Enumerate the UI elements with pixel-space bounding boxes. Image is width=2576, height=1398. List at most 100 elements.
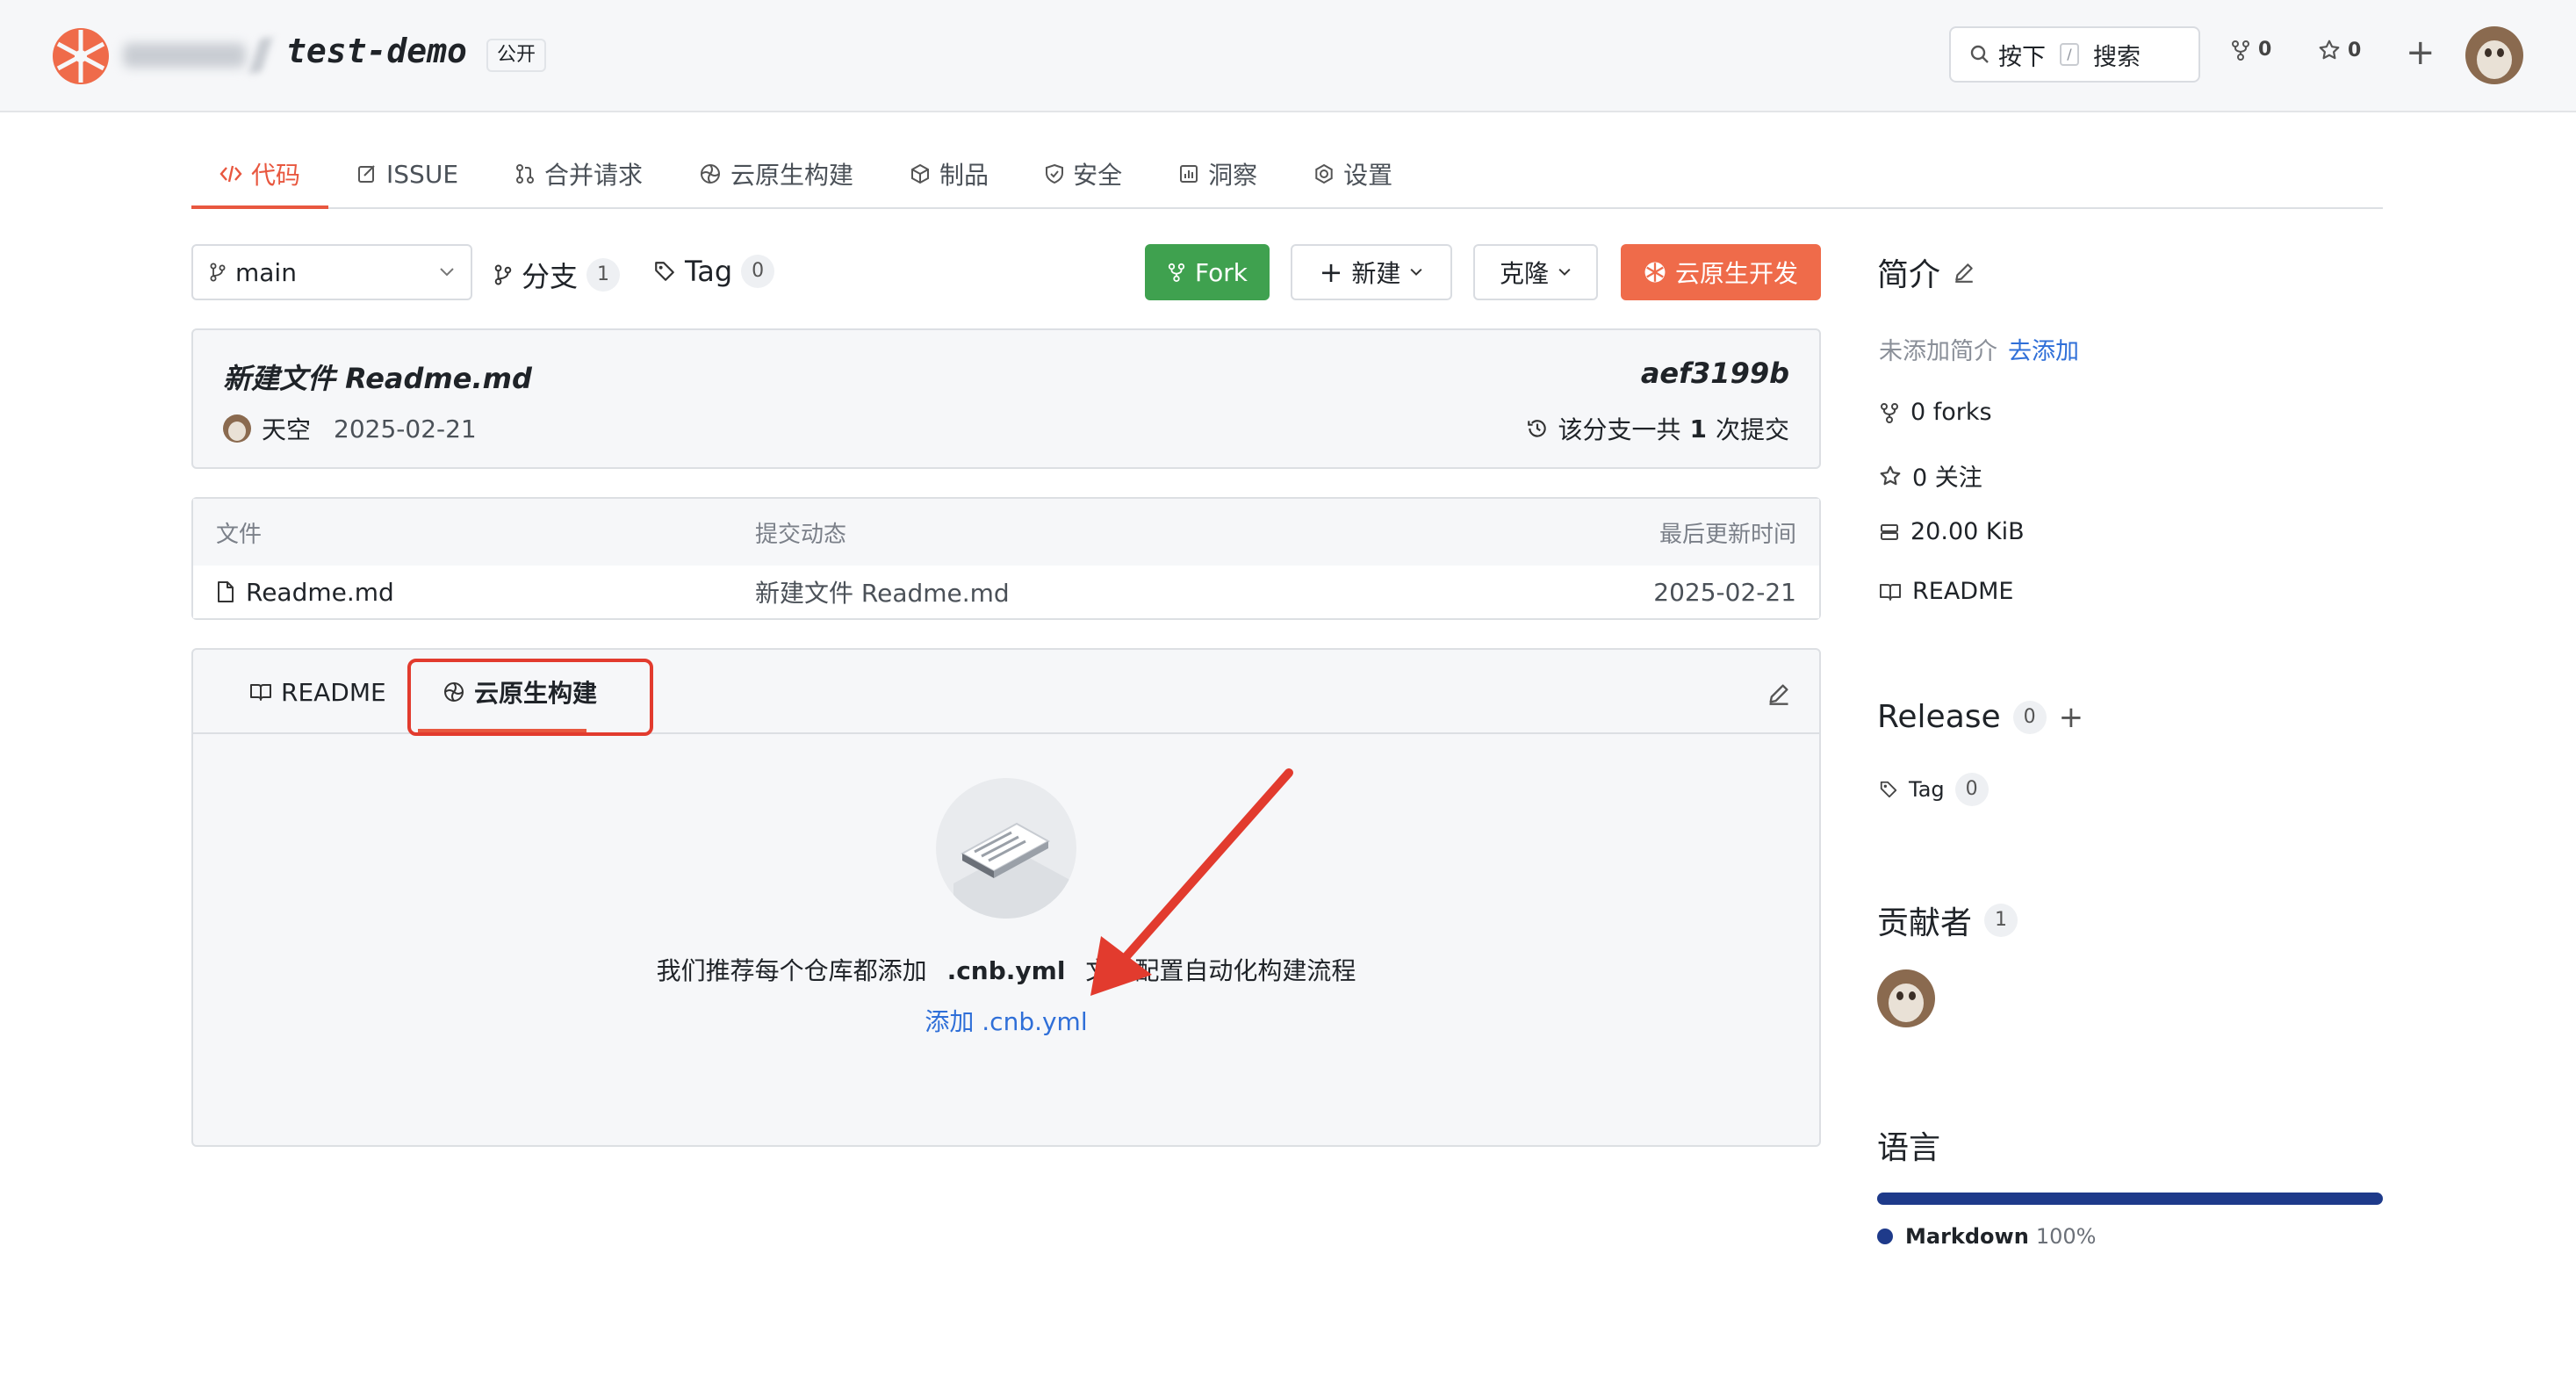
sidebar-watch[interactable]: 0 关注 [1879,458,1982,493]
create-plus-icon[interactable]: + [2406,32,2436,74]
history-icon [1526,417,1549,440]
tab-issue[interactable]: ISSUE [328,141,486,207]
commit-date: 2025-02-21 [334,414,477,443]
fork-icon [1879,402,1900,423]
commit-count: 1 [1689,414,1707,443]
branch-select[interactable]: main [191,244,472,300]
logo-icon[interactable] [51,26,111,86]
tab-merge-requests[interactable]: 合并请求 [486,141,671,207]
commit-author: 天空 2025-02-21 [223,411,477,446]
branches-link[interactable]: 分支 1 [493,255,621,295]
clone-button[interactable]: 克隆 [1473,244,1598,300]
sidebar-forks-text: 0 forks [1910,399,1992,426]
tab-label: 安全 [1073,161,1123,190]
tab-artifacts[interactable]: 制品 [881,141,1017,207]
star-icon [1879,465,1902,487]
language-heading: 语言 [1877,1122,1940,1168]
issue-icon [356,163,378,184]
intro-title: 简介 [1877,257,1941,293]
panel-tabs: README 云原生构建 [193,650,1819,736]
tab-security[interactable]: 安全 [1017,141,1150,207]
release-heading: Release 0 + [1877,699,2083,735]
sidebar-tags[interactable]: Tag 0 [1879,773,1989,806]
visibility-badge: 公开 [486,39,547,72]
table-header: 文件 提交动态 最后更新时间 [193,499,1819,566]
commit-count-link[interactable]: 该分支一共 1 次提交 [1526,411,1789,446]
column-header-commit: 提交动态 [755,521,847,548]
tab-insights[interactable]: 洞察 [1150,141,1285,207]
gear-icon [1313,163,1335,184]
repo-owner-blurred[interactable] [123,33,281,77]
file-icon [216,580,235,603]
new-button[interactable]: + 新建 [1291,244,1452,300]
header-stars-count: 0 [2348,39,2362,61]
sidebar-readme[interactable]: README [1879,578,2013,605]
header-forks[interactable]: 0 [2230,39,2271,61]
repo-name[interactable]: test-demo [286,32,467,70]
header-forks-count: 0 [2258,39,2272,61]
column-header-file: 文件 [216,521,263,548]
star-icon [2318,39,2341,61]
branch-icon [493,264,513,285]
commit-message[interactable]: 新建文件 Readme.md [223,357,532,397]
add-release-plus-icon[interactable]: + [2059,700,2084,735]
table-row[interactable]: Readme.md 新建文件 Readme.md 2025-02-21 [193,566,1819,618]
chevron-down-icon [1558,268,1572,277]
commit-hash[interactable]: aef3199b [1641,357,1789,390]
intro-add-link[interactable]: 去添加 [2008,332,2079,366]
tab-code[interactable]: 代码 [191,141,329,209]
column-header-updated: 最后更新时间 [1659,521,1796,548]
sidebar-tag-label: Tag [1909,777,1945,802]
clone-button-label: 克隆 [1499,259,1549,288]
sidebar-readme-text: README [1912,578,2014,605]
sidebar-tag-count: 0 [1954,773,1989,806]
annotation-arrow [1071,764,1299,1001]
contributor-avatar[interactable] [1877,969,1935,1027]
author-avatar[interactable] [223,414,251,443]
edit-pencil-icon[interactable] [1767,681,1791,706]
book-icon [1879,581,1902,602]
language-percent: 100% [2035,1224,2097,1249]
shield-icon [1045,163,1064,184]
commit-count-prefix: 该分支一共 [1558,415,1681,444]
release-title[interactable]: Release [1877,699,2001,735]
contributors-count: 1 [1984,904,2018,937]
empty-state-prefix: 我们推荐每个仓库都添加 [656,956,927,985]
sidebar-forks[interactable]: 0 forks [1879,399,1992,426]
code-icon [219,164,242,184]
add-cnb-yml-link[interactable]: 添加 .cnb.yml [193,1003,1819,1038]
cloud-dev-label: 云原生开发 [1674,259,1798,288]
build-icon [699,162,722,185]
search-box[interactable]: 按下 / 搜索 [1949,26,2200,83]
new-button-label: 新建 [1351,259,1401,288]
language-bar [1877,1193,2383,1205]
intro-empty-text: 未添加简介 [1879,338,1997,365]
file-name-cell[interactable]: Readme.md [216,566,394,618]
cloud-dev-icon [1644,261,1666,284]
chevron-down-icon [1409,268,1423,277]
user-avatar[interactable] [2465,26,2523,84]
language-name: Markdown [1905,1224,2029,1249]
tab-readme[interactable]: README [249,650,386,734]
package-icon [910,163,931,184]
header-stars[interactable]: 0 [2318,39,2361,61]
tab-label: 合并请求 [544,161,644,190]
empty-state-filename: .cnb.yml [946,956,1066,985]
fork-button[interactable]: Fork [1145,244,1270,300]
commit-count-suffix: 次提交 [1715,415,1789,444]
fork-icon [1167,263,1186,282]
language-color-dot [1877,1229,1893,1244]
empty-state-illustration [936,778,1076,919]
tab-label: 洞察 [1208,161,1258,190]
intro-empty: 未添加简介 去添加 [1879,332,2079,366]
book-icon [249,681,272,703]
file-commit-message[interactable]: 新建文件 Readme.md [755,566,1010,618]
tab-settings[interactable]: 设置 [1285,141,1421,207]
tags-link[interactable]: Tag 0 [653,255,775,288]
tab-cloud-build[interactable]: 云原生构建 [671,141,881,207]
cloud-dev-button[interactable]: 云原生开发 [1621,244,1821,300]
edit-pencil-icon[interactable] [1953,261,1975,284]
author-name[interactable]: 天空 [262,411,311,446]
tab-label: ISSUE [386,159,459,189]
chevron-down-icon [439,267,455,277]
